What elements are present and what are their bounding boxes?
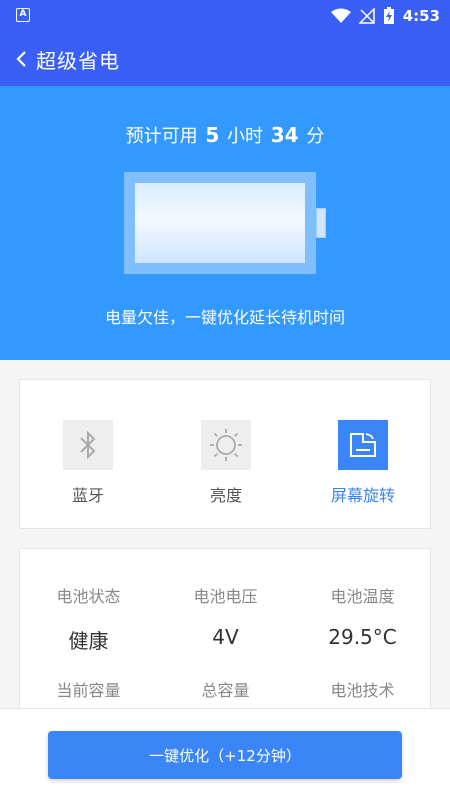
screen-rotation-toggle[interactable]: 屏幕旋转 — [303, 420, 423, 506]
bluetooth-icon — [80, 430, 96, 460]
screen-rotation-icon — [350, 433, 376, 457]
battery-graphic — [124, 172, 316, 274]
bluetooth-toggle[interactable]: 蓝牙 — [28, 420, 148, 506]
battery-status-cell: 电池状态 健康 — [20, 583, 157, 654]
brightness-label: 亮度 — [209, 486, 242, 505]
battery-voltage-cell: 电池电压 4V — [157, 583, 294, 649]
bluetooth-toggle-box — [63, 420, 113, 470]
battery-temperature-label: 电池温度 — [330, 587, 395, 606]
battery-hero: 预计可用 5 小时 34 分 电量欠佳，一键优化延长待机时间 — [0, 86, 450, 360]
battery-tip — [316, 208, 326, 238]
screen-rotation-label: 屏幕旋转 — [330, 486, 395, 505]
back-button[interactable] — [6, 32, 36, 86]
battery-status-value: 健康 — [68, 629, 109, 653]
quick-toggles-card: 蓝牙 亮度 屏幕旋转 — [19, 379, 431, 529]
estimate-hours-unit: 小时 — [227, 126, 264, 147]
wifi-icon — [330, 8, 351, 23]
battery-voltage-label: 电池电压 — [193, 587, 258, 606]
brightness-toggle-box — [201, 420, 251, 470]
no-signal-icon — [358, 8, 375, 24]
battery-status-label: 电池状态 — [56, 587, 121, 606]
brightness-icon — [210, 429, 242, 461]
battery-temperature-value: 29.5°C — [328, 625, 397, 649]
status-icons: 4:53 — [330, 6, 440, 26]
estimate-prefix: 预计可用 — [125, 126, 198, 147]
optimize-hint: 电量欠佳，一键优化延长待机时间 — [104, 308, 345, 327]
battery-temperature-cell: 电池温度 29.5°C — [294, 583, 431, 649]
accessibility-icon: A — [16, 8, 30, 22]
battery-charging-icon — [383, 7, 394, 24]
brightness-toggle[interactable]: 亮度 — [166, 420, 286, 506]
current-capacity-label: 当前容量 — [56, 681, 121, 700]
bluetooth-label: 蓝牙 — [71, 486, 104, 505]
battery-voltage-value: 4V — [212, 625, 239, 649]
estimate-hours: 5 — [205, 123, 220, 147]
estimate-minutes: 34 — [270, 123, 299, 147]
page-title: 超级省电 — [36, 48, 120, 73]
battery-fill — [135, 183, 305, 263]
battery-estimate: 预计可用 5 小时 34 分 — [0, 122, 450, 148]
screen-rotation-toggle-box — [338, 420, 388, 470]
clock: 4:53 — [402, 7, 440, 25]
status-bar: A 4:53 — [0, 0, 450, 32]
estimate-minutes-unit: 分 — [306, 126, 325, 147]
bottom-action-bar: 一键优化（+12分钟） — [0, 708, 450, 800]
app-bar: 超级省电 — [0, 32, 450, 86]
back-arrow-icon — [16, 51, 26, 67]
one-click-optimize-button[interactable]: 一键优化（+12分钟） — [48, 731, 402, 779]
total-capacity-label: 总容量 — [201, 681, 250, 700]
battery-technology-label: 电池技术 — [330, 681, 395, 700]
